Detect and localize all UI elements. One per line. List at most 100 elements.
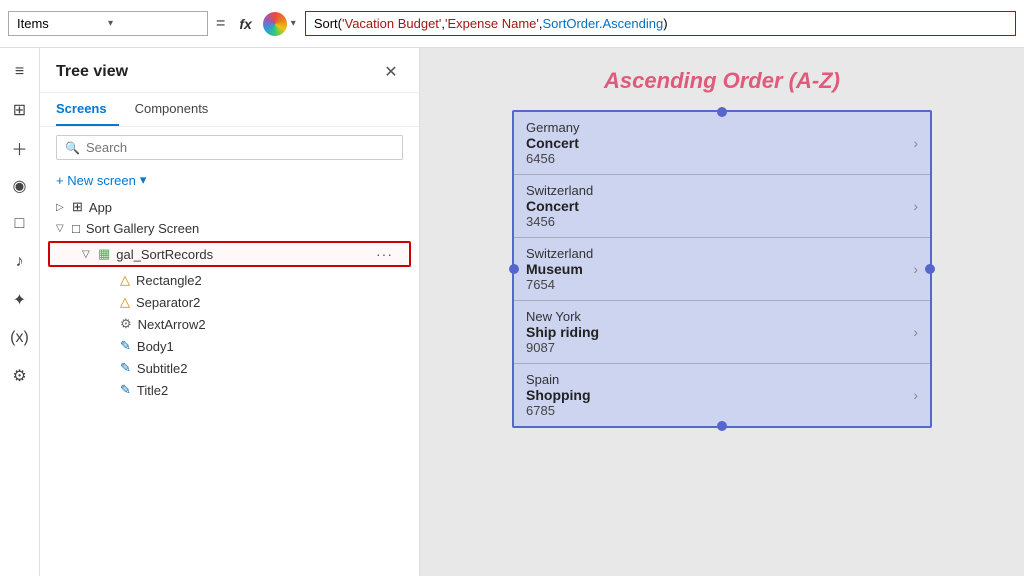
gallery-row-2[interactable]: Switzerland Museum 7654 › [514, 238, 930, 301]
gallery-row-3[interactable]: New York Ship riding 9087 › [514, 301, 930, 364]
tree-header: Tree view ✕ [40, 48, 419, 93]
subtitle-icon: ✎ [120, 360, 131, 376]
grid-icon[interactable]: ⊞ [4, 94, 36, 126]
tree-item-subtitle2[interactable]: ✎ Subtitle2 [40, 357, 419, 379]
settings-icon[interactable]: ⚙ [4, 360, 36, 392]
tab-screens[interactable]: Screens [56, 93, 119, 126]
sparkle-icon[interactable]: ✦ [4, 284, 36, 316]
main-layout: ≡ ⊞ ＋ ◉ □ ♪ ✦ (x) ⚙ Tree view ✕ Screens … [0, 48, 1024, 576]
row-content-1: Switzerland Concert 3456 [526, 183, 905, 229]
new-screen-label: + New screen [56, 173, 136, 188]
tree-item-title2[interactable]: ✎ Title2 [40, 379, 419, 401]
subtitle2-label: Subtitle2 [137, 361, 403, 376]
media-icon[interactable]: ♪ [4, 246, 36, 278]
row-content-4: Spain Shopping 6785 [526, 372, 905, 418]
search-input[interactable] [86, 140, 394, 155]
country-0: Germany [526, 120, 905, 135]
handle-top[interactable] [717, 107, 727, 117]
ascending-title: Ascending Order (A-Z) [604, 68, 840, 94]
row-chevron-0: › [905, 120, 918, 166]
country-4: Spain [526, 372, 905, 387]
tree-body: ▷ ⊞ App ▽ □ Sort Gallery Screen ▽ ▦ gal_… [40, 196, 419, 576]
tree-tabs: Screens Components [40, 93, 419, 127]
gallery-row-0[interactable]: Germany Concert 6456 › [514, 112, 930, 175]
fx-label: fx [239, 16, 251, 32]
formula-sort: Sort( [314, 16, 342, 31]
canvas-area: Ascending Order (A-Z) Germany Concert 64… [420, 48, 1024, 576]
amount-3: 9087 [526, 340, 905, 355]
formula-chevron: ▾ [291, 18, 296, 29]
row-content-2: Switzerland Museum 7654 [526, 246, 905, 292]
sort-screen-label: Sort Gallery Screen [86, 221, 403, 236]
expand-icon-app: ▷ [56, 202, 72, 213]
new-screen-button[interactable]: + New screen ▾ [40, 168, 419, 196]
row-chevron-1: › [905, 183, 918, 229]
search-icon: 🔍 [65, 141, 80, 155]
tree-item-app[interactable]: ▷ ⊞ App [40, 196, 419, 218]
components-icon[interactable]: ◉ [4, 170, 36, 202]
formula-icon-btn[interactable]: ▾ [258, 9, 301, 39]
title2-label: Title2 [137, 383, 403, 398]
amount-4: 6785 [526, 403, 905, 418]
new-screen-chevron: ▾ [140, 172, 147, 188]
property-label: Items [17, 16, 108, 31]
separator-icon: △ [120, 294, 130, 310]
title-icon: ✎ [120, 382, 131, 398]
formula-bar[interactable]: Sort('Vacation Budget','Expense Name',So… [305, 11, 1016, 36]
handle-bottom[interactable] [717, 421, 727, 431]
top-bar: Items ▾ = fx ▾ Sort('Vacation Budget','E… [0, 0, 1024, 48]
rectangle-icon: △ [120, 272, 130, 288]
tree-item-body1[interactable]: ✎ Body1 [40, 335, 419, 357]
amount-0: 6456 [526, 151, 905, 166]
tree-panel: Tree view ✕ Screens Components 🔍 + New s… [40, 48, 420, 576]
row-content-0: Germany Concert 6456 [526, 120, 905, 166]
formula-table: 'Vacation Budget' [342, 16, 441, 31]
amount-1: 3456 [526, 214, 905, 229]
body1-label: Body1 [137, 339, 403, 354]
row-chevron-2: › [905, 246, 918, 292]
canvas-content: Ascending Order (A-Z) Germany Concert 64… [512, 68, 932, 428]
handle-left[interactable] [509, 264, 519, 274]
property-dropdown[interactable]: Items ▾ [8, 11, 208, 36]
row-content-3: New York Ship riding 9087 [526, 309, 905, 355]
tree-item-separator2[interactable]: △ Separator2 [40, 291, 419, 313]
handle-right[interactable] [925, 264, 935, 274]
gal-sort-label: gal_SortRecords [116, 247, 376, 262]
screen-icon: □ [72, 221, 80, 236]
dropdown-chevron: ▾ [108, 18, 199, 29]
app-label: App [89, 200, 403, 215]
gallery-widget[interactable]: Germany Concert 6456 › Switzerland Conce… [512, 110, 932, 428]
formula-sortorder: SortOrder.Ascending [543, 16, 664, 31]
country-1: Switzerland [526, 183, 905, 198]
variables-icon[interactable]: (x) [4, 322, 36, 354]
tree-item-rectangle2[interactable]: △ Rectangle2 [40, 269, 419, 291]
expense-0: Concert [526, 135, 905, 151]
data-icon[interactable]: □ [4, 208, 36, 240]
row-chevron-4: › [905, 372, 918, 418]
expand-icon-gal: ▽ [82, 249, 98, 260]
country-3: New York [526, 309, 905, 324]
expand-icon-sort-screen: ▽ [56, 223, 72, 234]
tab-components[interactable]: Components [135, 93, 221, 126]
app-icon: ⊞ [72, 199, 83, 215]
country-2: Switzerland [526, 246, 905, 261]
equals-sign: = [216, 15, 225, 33]
amount-2: 7654 [526, 277, 905, 292]
gallery-row-1[interactable]: Switzerland Concert 3456 › [514, 175, 930, 238]
gallery-row-4[interactable]: Spain Shopping 6785 › [514, 364, 930, 426]
formula-column: 'Expense Name' [445, 16, 539, 31]
arrow-icon: ⚙ [120, 316, 132, 332]
tree-search-box[interactable]: 🔍 [56, 135, 403, 160]
expense-3: Ship riding [526, 324, 905, 340]
gal-more-button[interactable]: ··· [376, 246, 393, 262]
tree-close-button[interactable]: ✕ [379, 60, 403, 84]
tree-title: Tree view [56, 63, 379, 81]
tree-item-nextarrow2[interactable]: ⚙ NextArrow2 [40, 313, 419, 335]
hamburger-icon[interactable]: ≡ [4, 56, 36, 88]
tree-item-gal-sort[interactable]: ▽ ▦ gal_SortRecords ··· [50, 243, 409, 265]
row-chevron-3: › [905, 309, 918, 355]
add-icon[interactable]: ＋ [4, 132, 36, 164]
tree-item-sort-screen[interactable]: ▽ □ Sort Gallery Screen [40, 218, 419, 239]
nextarrow2-label: NextArrow2 [138, 317, 403, 332]
sidebar-icons: ≡ ⊞ ＋ ◉ □ ♪ ✦ (x) ⚙ [0, 48, 40, 576]
